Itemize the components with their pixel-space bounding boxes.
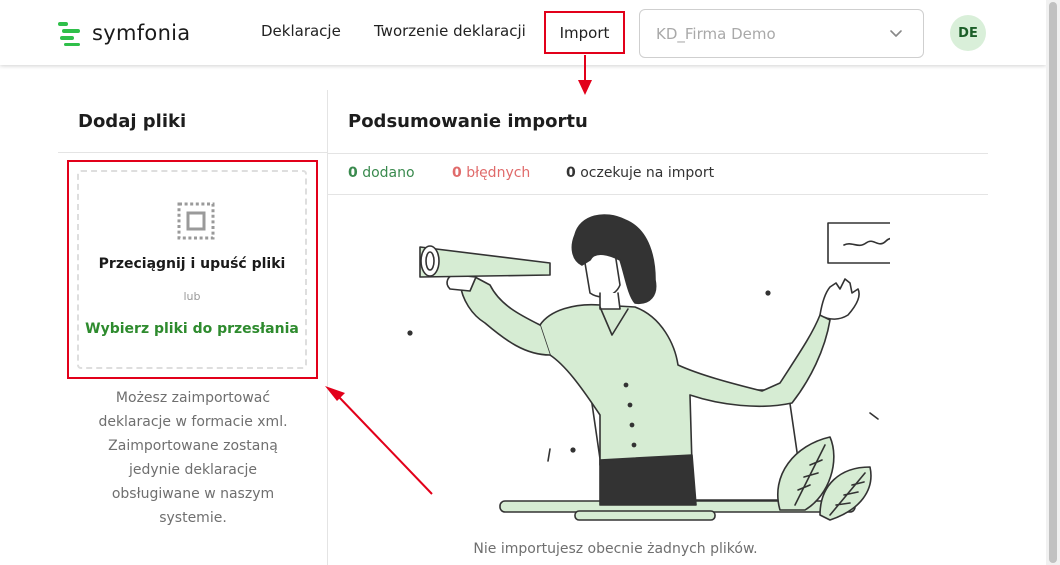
avatar-initials: DE — [958, 25, 978, 41]
top-bar: symfonia Deklaracje Tworzenie deklaracji… — [0, 0, 1046, 65]
divider — [328, 194, 988, 195]
stat-added-count: 0 — [348, 165, 358, 181]
stat-pending-label: oczekuje na import — [580, 165, 715, 181]
divider — [58, 152, 327, 153]
drop-zone-or: lub — [183, 290, 201, 303]
stat-added-label: dodano — [362, 165, 415, 181]
choose-files-link[interactable]: Wybierz pliki do przesłania — [79, 321, 305, 337]
stat-pending-count: 0 — [566, 165, 576, 181]
nav-import-label: Import — [559, 23, 610, 42]
add-files-title: Dodaj pliki — [78, 111, 187, 132]
stat-pending: 0 oczekuje na import — [566, 165, 714, 181]
stat-errors: 0 błędnych — [452, 165, 530, 181]
logo-text: symfonia — [92, 21, 191, 45]
symfonia-logo-icon — [58, 20, 80, 46]
import-help-text: Możesz zaimportować deklaracje w formaci… — [98, 390, 288, 526]
empty-state-illustration — [407, 214, 890, 521]
stat-errors-label: błędnych — [466, 165, 531, 181]
drop-zone-title: Przeciągnij i upuść pliki — [98, 256, 286, 272]
user-avatar[interactable]: DE — [950, 15, 986, 51]
page-scrollbar[interactable] — [1046, 0, 1060, 565]
divider — [328, 153, 988, 154]
stat-added: 0 dodano — [348, 165, 415, 181]
chevron-down-icon — [890, 30, 902, 37]
add-files-panel: Dodaj pliki Przeciągnij i upuść pliki lu… — [58, 90, 328, 565]
company-select[interactable]: KD_Firma Demo — [639, 9, 924, 58]
import-summary-title: Podsumowanie importu — [348, 111, 588, 132]
scrollbar-thumb[interactable] — [1049, 2, 1057, 563]
nav-create-declarations[interactable]: Tworzenie deklaracji — [374, 22, 526, 40]
nav-import[interactable]: Import — [544, 11, 625, 54]
empty-import-message: Nie importujesz obecnie żadnych plików. — [473, 541, 758, 557]
nav-declarations[interactable]: Deklaracje — [261, 22, 341, 40]
file-drop-zone[interactable]: Przeciągnij i upuść pliki lub Wybierz pl… — [77, 170, 307, 369]
drop-file-icon — [177, 202, 215, 240]
stat-errors-count: 0 — [452, 165, 462, 181]
company-select-value: KD_Firma Demo — [656, 25, 776, 43]
symfonia-logo[interactable]: symfonia — [58, 19, 190, 47]
